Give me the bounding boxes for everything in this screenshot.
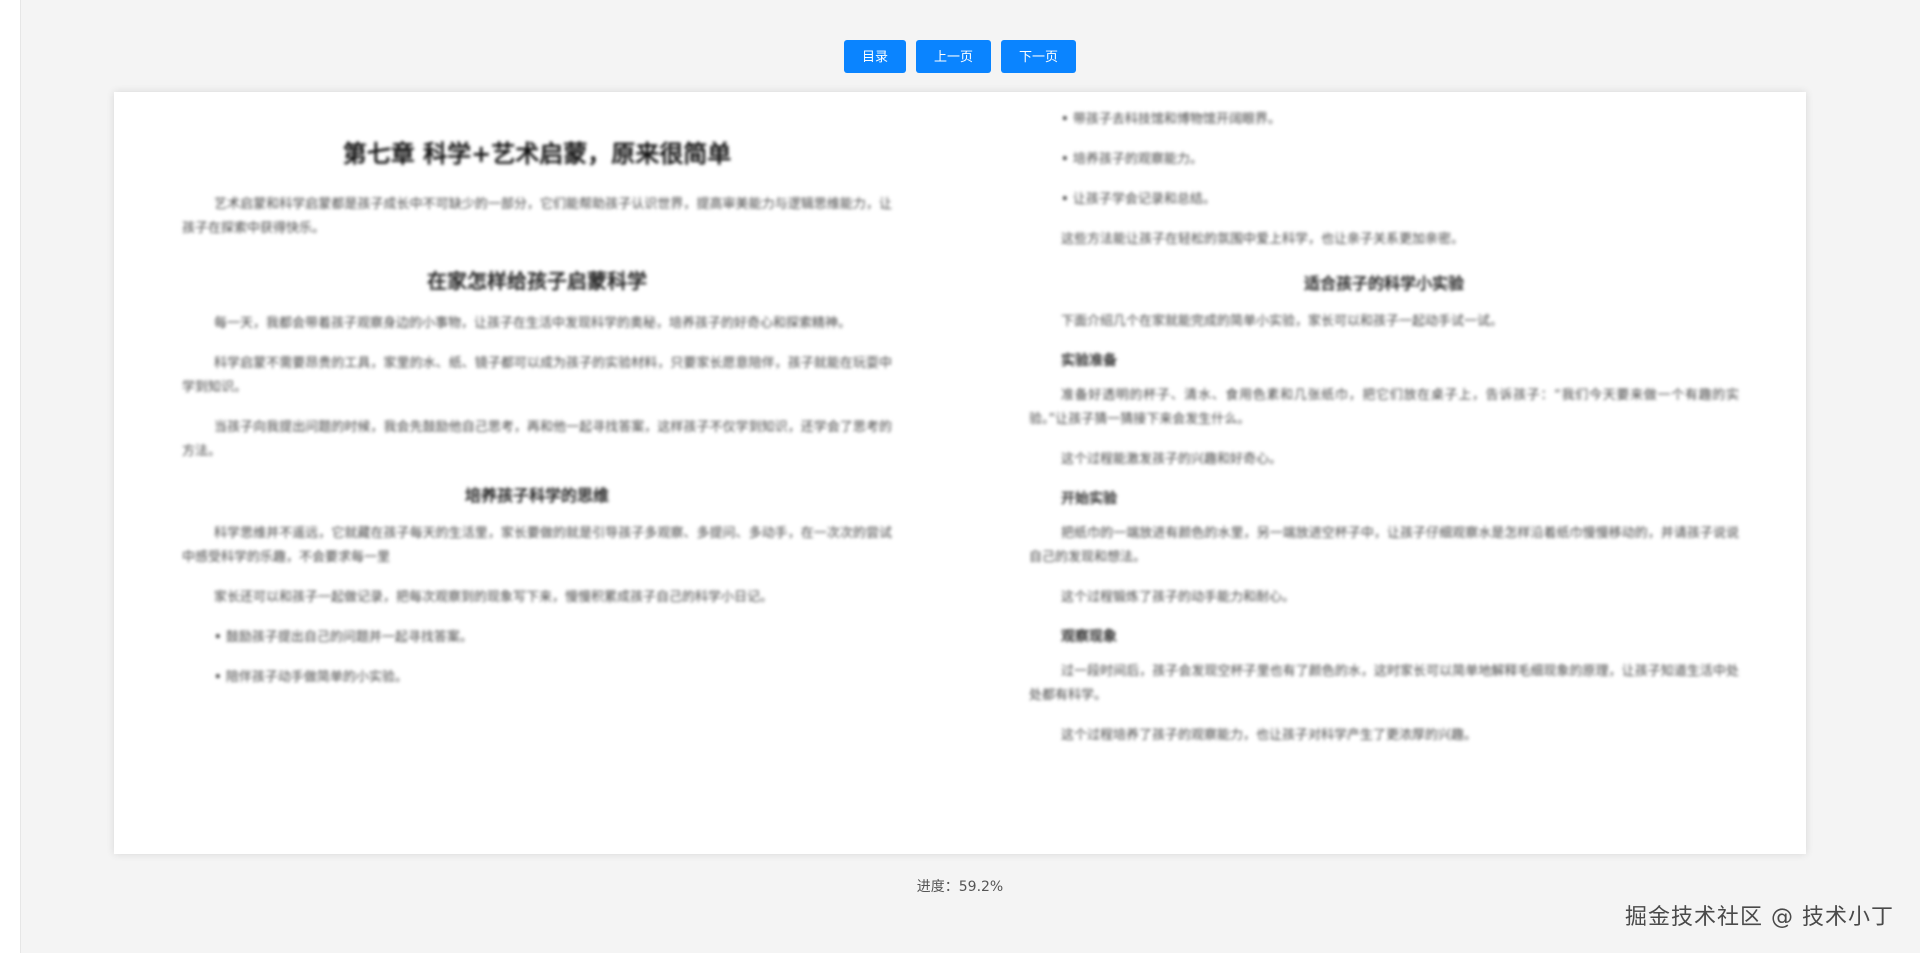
next-page-button[interactable]: 下一页 (1001, 40, 1077, 73)
bullet-item: 鼓励孩子提出自己的问题并一起寻找答案。 (214, 626, 892, 650)
paragraph: 过一段时间后，孩子会发现空杯子里也有了颜色的水，这时家长可以简单地解释毛细现象的… (1029, 664, 1739, 703)
subsection-title: 适合孩子的科学小实验 (1303, 274, 1464, 293)
chapter-title: 第七章 科学+艺术启蒙，原来很简单 (342, 140, 732, 168)
paragraph: 下面介绍几个在家就能完成的简单小实验，家长可以和孩子一起动手试一试。 (1061, 314, 1504, 329)
progress-label: 进度： (916, 879, 959, 895)
step-heading: 观察现象 (1061, 629, 1117, 645)
paragraph: 这些方法能让孩子在轻松的氛围中爱上科学，也让亲子关系更加亲密。 (1061, 232, 1465, 247)
toc-button[interactable]: 目录 (843, 40, 906, 73)
paragraph: 这个过程培养了孩子的观察能力，也让孩子对科学产生了更浓厚的兴趣。 (1061, 728, 1478, 743)
left-page: 第七章 科学+艺术启蒙，原来很简单 艺术启蒙和科学启蒙都是孩子成长中不可缺少的一… (182, 92, 892, 854)
paragraph: 准备好透明的杯子、清水、食用色素和几张纸巾，把它们放在桌子上，告诉孩子：“我们今… (1029, 388, 1739, 427)
bullet-item: 陪伴孩子动手做简单的小实验。 (214, 666, 892, 690)
paragraph: 当孩子向我提出问题的时候，我会先鼓励他自己思考，再和他一起寻找答案，这样孩子不仅… (182, 420, 892, 459)
bullet-item: 培养孩子的观察能力。 (1061, 148, 1739, 172)
bullet-item: 让孩子学会记录和总结。 (1061, 188, 1739, 212)
bullet-item: 带孩子去科技馆和博物馆开阔眼界。 (1061, 108, 1739, 132)
prev-page-button[interactable]: 上一页 (915, 40, 991, 73)
left-edge-strip (0, 0, 21, 953)
step-heading: 实验准备 (1061, 353, 1117, 369)
book-spread: 第七章 科学+艺术启蒙，原来很简单 艺术启蒙和科学启蒙都是孩子成长中不可缺少的一… (114, 92, 1806, 854)
right-page: 带孩子去科技馆和博物馆开阔眼界。 培养孩子的观察能力。 让孩子学会记录和总结。 … (1029, 92, 1739, 854)
section-title: 在家怎样给孩子启蒙科学 (427, 269, 647, 293)
chapter-intro: 艺术启蒙和科学启蒙都是孩子成长中不可缺少的一部分，它们能帮助孩子认识世界，提高审… (182, 197, 892, 236)
reading-progress: 进度：59.2% (0, 876, 1920, 896)
step-heading: 开始实验 (1061, 491, 1117, 507)
paragraph: 这个过程锻炼了孩子的动手能力和耐心。 (1061, 590, 1296, 605)
progress-value: 59.2% (958, 879, 1004, 895)
paragraph: 这个过程能激发孩子的兴趣和好奇心。 (1061, 452, 1283, 467)
reader-toolbar: 目录 上一页 下一页 (0, 40, 1920, 73)
subsection-title: 培养孩子科学的思维 (464, 486, 609, 505)
paragraph: 科学启蒙不需要昂贵的工具，家里的水、纸、镜子都可以成为孩子的实验材料，只要家长愿… (182, 356, 892, 395)
paragraph: 把纸巾的一端放进有颜色的水里，另一端放进空杯子中，让孩子仔细观察水是怎样沿着纸巾… (1029, 526, 1739, 565)
paragraph: 家长还可以和孩子一起做记录，把每次观察到的现象写下来，慢慢积累成孩子自己的科学小… (214, 590, 774, 605)
paragraph: 科学思维并不遥远，它就藏在孩子每天的生活里，家长要做的就是引导孩子多观察、多提问… (182, 526, 892, 565)
paragraph: 每一天，我都会带着孩子观察身边的小事物，让孩子在生活中发现科学的奥秘，培养孩子的… (214, 316, 852, 331)
watermark: 掘金技术社区 @ 技术小丁 (1625, 905, 1894, 930)
